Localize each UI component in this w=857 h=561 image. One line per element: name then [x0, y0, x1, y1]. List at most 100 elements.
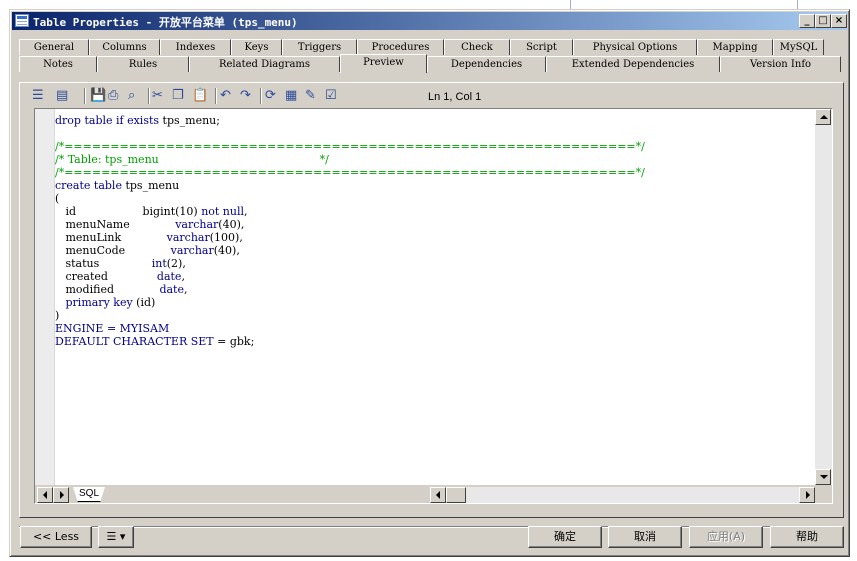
toolbar-separator	[84, 88, 86, 104]
code-line: status int(2),	[55, 257, 645, 270]
sql-keyword: DEFAULT CHARACTER SET	[55, 335, 214, 348]
tab-check[interactable]: Check	[444, 39, 510, 55]
code-line: /*======================================…	[55, 140, 645, 153]
tab-procedures[interactable]: Procedures	[357, 39, 444, 55]
code-line: modified date,	[55, 283, 645, 296]
table-icon	[15, 14, 29, 27]
left-arrow-icon	[43, 491, 47, 499]
down-arrow-icon	[820, 475, 828, 479]
less-button[interactable]: << Less	[20, 526, 92, 548]
sheet-first-button[interactable]	[37, 487, 53, 503]
sql-icon[interactable]: ▦	[285, 88, 301, 104]
sql-text: status	[55, 257, 152, 270]
tab-related-diagrams[interactable]: Related Diagrams	[189, 56, 340, 72]
tab-preview[interactable]: Preview	[340, 54, 427, 73]
code-line: menuName varchar(40),	[55, 218, 645, 231]
paste-icon[interactable]: 📋	[192, 88, 208, 104]
right-arrow-icon	[60, 491, 64, 499]
sql-text: (40),	[213, 244, 240, 257]
edit-icon[interactable]: ✎	[305, 88, 321, 104]
sql-text: modified	[55, 283, 160, 296]
sql-comment: /*======================================…	[55, 166, 645, 179]
sql-text: menuCode	[55, 244, 171, 257]
title-bar[interactable]: Table Properties - 开放平台菜单 (tps_menu) _ □…	[12, 12, 847, 30]
refresh-icon[interactable]: ⟳	[265, 88, 281, 104]
tab-triggers[interactable]: Triggers	[282, 39, 357, 55]
code-line: /* Table: tps_menu */	[55, 153, 645, 166]
code-line: id bigint(10) not null,	[55, 205, 645, 218]
tab-dependencies[interactable]: Dependencies	[427, 56, 546, 72]
sql-keyword: varchar	[166, 231, 210, 244]
maximize-button[interactable]: □	[815, 14, 831, 28]
tab-extended-dependencies[interactable]: Extended Dependencies	[546, 56, 720, 72]
sql-preview-editor[interactable]: drop table if exists tps_menu; /*========…	[34, 108, 833, 504]
apply-button[interactable]: 应用(A)	[689, 526, 763, 548]
tab-general[interactable]: General	[19, 39, 89, 55]
sql-text: ,	[244, 205, 248, 218]
tab-indexes[interactable]: Indexes	[160, 39, 231, 55]
sheet-next-button[interactable]	[53, 487, 69, 503]
tab-notes[interactable]: Notes	[19, 56, 97, 72]
scroll-up-button[interactable]	[815, 109, 831, 125]
editor-bottom-bar: SQL	[35, 485, 832, 503]
copy-icon[interactable]: ❐	[172, 88, 188, 104]
scroll-down-button[interactable]	[815, 469, 831, 485]
sheet-tab-sql[interactable]: SQL	[73, 487, 105, 502]
toolbar-separator	[148, 88, 150, 104]
cut-icon[interactable]: ✂	[152, 88, 168, 104]
tab-rules[interactable]: Rules	[97, 56, 189, 72]
new-icon[interactable]: ▤	[56, 88, 72, 104]
toolbar-separator	[215, 88, 217, 104]
up-arrow-icon	[820, 115, 828, 119]
undo-icon[interactable]: ↶	[220, 88, 236, 104]
sql-text: )	[55, 309, 60, 322]
scroll-thumb[interactable]	[446, 487, 466, 503]
sql-comment: /*======================================…	[55, 140, 645, 153]
tab-keys[interactable]: Keys	[231, 39, 282, 55]
print-icon[interactable]: ⎙	[108, 88, 124, 104]
layout-dropdown-button[interactable]: ☰ ▾	[98, 526, 134, 548]
sql-text: ,	[181, 270, 185, 283]
sql-text: menuLink	[55, 231, 167, 244]
sql-keyword: create table	[55, 179, 122, 192]
cancel-button[interactable]: 取消	[608, 526, 682, 548]
tab-physical-options[interactable]: Physical Options	[573, 39, 697, 55]
code-line: (	[55, 192, 645, 205]
sql-text: tps_menu	[121, 179, 180, 192]
chevron-down-icon: ▾	[119, 530, 126, 543]
find-icon[interactable]: ⌕	[128, 88, 144, 104]
scroll-right-button[interactable]	[799, 487, 815, 503]
sql-text: menuName	[55, 218, 176, 231]
sql-text: (2),	[166, 257, 186, 270]
tab-script[interactable]: Script	[510, 39, 573, 55]
table-properties-dialog: Table Properties - 开放平台菜单 (tps_menu) _ □…	[9, 9, 850, 557]
tab-version-info[interactable]: Version Info	[720, 56, 841, 72]
tab-columns[interactable]: Columns	[89, 39, 160, 55]
ok-button[interactable]: 确定	[528, 526, 602, 548]
code-line: created date,	[55, 270, 645, 283]
tab-mapping[interactable]: Mapping	[697, 39, 773, 55]
redo-icon[interactable]: ↷	[240, 88, 256, 104]
save-icon[interactable]: 💾	[90, 88, 106, 104]
sql-code[interactable]: drop table if exists tps_menu; /*========…	[55, 114, 645, 348]
sql-text: id bigint(10)	[55, 205, 202, 218]
sql-keyword: varchar	[175, 218, 219, 231]
minimize-button[interactable]: _	[799, 14, 815, 28]
code-line: primary key (id)	[55, 296, 645, 309]
sql-text: created	[55, 270, 157, 283]
check-icon[interactable]: ☑	[325, 88, 341, 104]
sql-keyword: int	[151, 257, 167, 270]
tab-mysql[interactable]: MySQL	[773, 39, 824, 55]
close-button[interactable]: ×	[831, 14, 847, 28]
help-button[interactable]: 帮助	[770, 526, 844, 548]
sql-text: ,	[183, 283, 188, 296]
cursor-position: Ln 1, Col 1	[428, 91, 482, 103]
horizontal-scrollbar[interactable]	[430, 487, 815, 503]
layout-icon[interactable]: ☰	[32, 88, 48, 104]
vertical-scrollbar[interactable]	[815, 109, 832, 485]
scroll-left-button[interactable]	[430, 487, 446, 503]
sql-keyword: varchar	[170, 244, 214, 257]
code-line: menuCode varchar(40),	[55, 244, 645, 257]
sql-keyword: drop table if exists	[55, 114, 160, 127]
